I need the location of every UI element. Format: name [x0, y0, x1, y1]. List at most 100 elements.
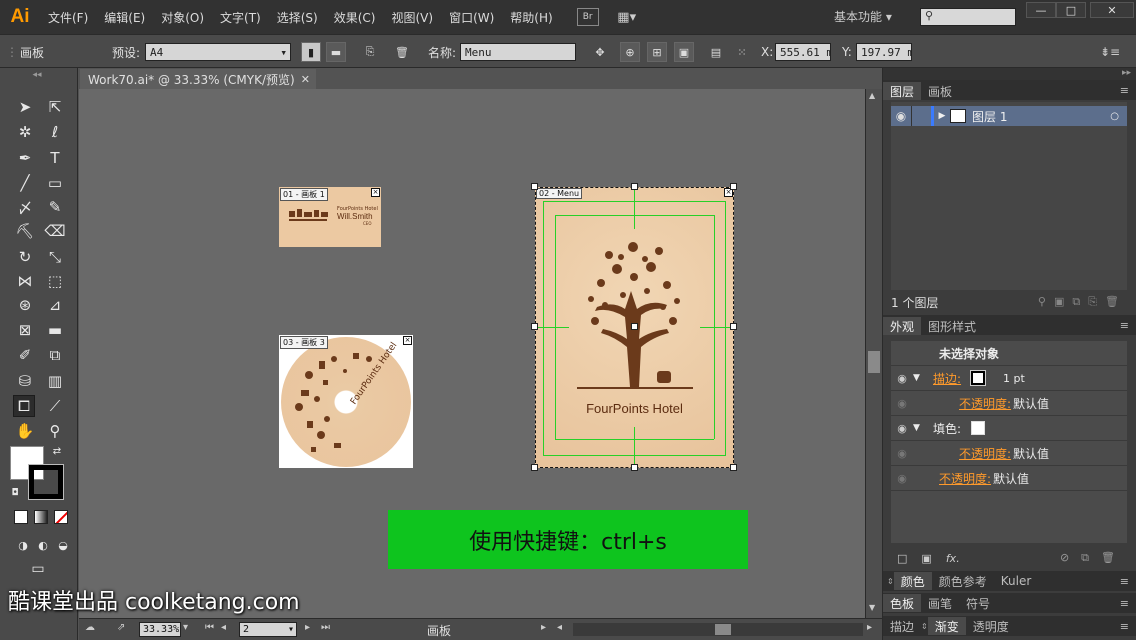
resize-handle[interactable]	[631, 183, 638, 190]
expand-triangle-icon[interactable]: ▼	[913, 373, 927, 383]
menu-edit[interactable]: 编辑(E)	[96, 0, 153, 34]
lasso-tool-icon[interactable]: ℓ	[44, 121, 66, 143]
status-menu-icon[interactable]: ▸	[541, 622, 546, 633]
perspective-grid-tool-icon[interactable]: ⊿	[44, 294, 66, 316]
hand-tool-icon[interactable]: ✋	[14, 420, 36, 442]
resize-handle[interactable]	[730, 183, 737, 190]
maximize-button[interactable]: □	[1056, 2, 1086, 18]
eye-icon[interactable]: ◉	[891, 372, 913, 385]
rotate-tool-icon[interactable]: ↻	[14, 246, 36, 268]
fill-opacity-row[interactable]: ◉ 不透明度: 默认值	[891, 441, 1127, 466]
menu-effect[interactable]: 效果(C)	[326, 0, 384, 34]
type-tool-icon[interactable]: T	[44, 147, 66, 169]
selection-tool-icon[interactable]: ➤	[14, 96, 36, 118]
panel-menu-icon[interactable]: ≡	[1120, 84, 1129, 97]
bridge-button[interactable]: Br	[576, 8, 599, 26]
panel-menu-icon[interactable]: ⇟≡	[1100, 35, 1120, 69]
lock-toggle[interactable]	[911, 106, 931, 126]
show-center-mark-icon[interactable]: ⊕	[620, 42, 640, 62]
y-field[interactable]: 197.97 mm	[856, 43, 912, 61]
resize-handle[interactable]	[631, 464, 638, 471]
last-artboard-icon[interactable]: ⏭	[321, 622, 330, 633]
magic-wand-tool-icon[interactable]: ✲	[14, 121, 36, 143]
none-mode-icon[interactable]	[54, 510, 68, 524]
eyedropper-tool-icon[interactable]: ✐	[14, 344, 36, 366]
stroke-swatch[interactable]	[28, 464, 64, 500]
menu-file[interactable]: 文件(F)	[40, 0, 96, 34]
slice-tool-icon[interactable]: ⟋	[44, 395, 66, 417]
square-icon[interactable]: □	[897, 552, 907, 565]
resize-handle[interactable]	[531, 464, 538, 471]
panel-menu-icon[interactable]: ≡	[1120, 597, 1129, 610]
vertical-scrollbar[interactable]: ▲ ▼	[865, 89, 882, 618]
menu-window[interactable]: 窗口(W)	[441, 0, 502, 34]
menu-type[interactable]: 文字(T)	[212, 0, 269, 34]
layer-name[interactable]: 图层 1	[972, 108, 1007, 125]
previous-artboard-icon[interactable]: ◂	[221, 622, 226, 633]
tab-color-guide[interactable]: 颜色参考	[932, 572, 994, 590]
minimize-button[interactable]: —	[1026, 2, 1056, 18]
artboard-3[interactable]: FourPoints Hotel 03 - 画板 3 ×	[279, 335, 413, 468]
center-handle[interactable]	[631, 323, 638, 330]
scroll-left-icon[interactable]: ◂	[557, 622, 562, 633]
target-circle-icon[interactable]: ○	[1110, 111, 1119, 122]
share-icon[interactable]: ⇗	[117, 622, 125, 633]
collapse-arrows-icon[interactable]: ⇕	[921, 622, 928, 631]
object-opacity-row[interactable]: ◉ 不透明度: 默认值	[891, 466, 1127, 491]
scale-tool-icon[interactable]: ⤡	[44, 246, 66, 268]
zoom-tool-icon[interactable]: ⚲	[44, 420, 66, 442]
mesh-tool-icon[interactable]: ⊠	[14, 319, 36, 341]
horizontal-scrollbar[interactable]	[573, 623, 863, 636]
blend-tool-icon[interactable]: ⧉	[44, 344, 66, 366]
symbol-sprayer-tool-icon[interactable]: ⛁	[14, 370, 36, 392]
first-artboard-icon[interactable]: ⏮	[205, 622, 214, 633]
reference-point-icon[interactable]: ⁙	[732, 42, 752, 62]
color-mode-icon[interactable]	[14, 510, 28, 524]
move-with-artboard-icon[interactable]: ✥	[590, 42, 610, 62]
panel-menu-icon[interactable]: ≡	[1120, 620, 1129, 633]
stroke-row[interactable]: ◉ ▼ 描边: 1 pt	[891, 366, 1127, 391]
preset-select[interactable]: A4 ▾	[145, 43, 291, 61]
artboard-menu[interactable]: FourPoints Hotel 02 - Menu ×	[531, 183, 737, 471]
draw-normal-icon[interactable]: ◑	[12, 534, 34, 556]
show-safe-area-icon[interactable]: ▣	[674, 42, 694, 62]
document-tab[interactable]: Work70.ai* @ 33.33% (CMYK/预览) ✕	[80, 69, 316, 89]
shape-builder-tool-icon[interactable]: ⊛	[14, 294, 36, 316]
stroke-swatch[interactable]	[970, 370, 987, 386]
opacity-label[interactable]: 不透明度:	[959, 445, 1011, 462]
resize-handle[interactable]	[531, 323, 538, 330]
close-icon[interactable]: ✕	[301, 73, 310, 86]
fill-row[interactable]: ◉ ▼ 填色:	[891, 416, 1127, 441]
panel-menu-icon[interactable]: ≡	[1120, 319, 1129, 332]
stroke-square-icon[interactable]: ▣	[921, 552, 931, 565]
fx-icon[interactable]: fx.	[946, 552, 960, 565]
menu-help[interactable]: 帮助(H)	[502, 0, 560, 34]
panels-collapse-icon[interactable]: ▸▸	[883, 68, 1136, 80]
eye-icon[interactable]: ◉	[891, 109, 911, 123]
blob-brush-tool-icon[interactable]: ⛏	[14, 220, 36, 242]
scroll-right-icon[interactable]: ▸	[867, 622, 872, 633]
width-tool-icon[interactable]: ⋈	[14, 270, 36, 292]
tab-transparency[interactable]: 透明度	[966, 617, 1016, 635]
resize-handle[interactable]	[730, 464, 737, 471]
arrange-documents-button[interactable]: ▦▾	[613, 8, 641, 26]
direct-selection-tool-icon[interactable]: ⇱	[44, 96, 66, 118]
column-graph-tool-icon[interactable]: ▥	[44, 370, 66, 392]
draw-behind-icon[interactable]: ◐	[32, 534, 54, 556]
tab-appearance[interactable]: 外观	[883, 317, 922, 335]
screen-mode-icon[interactable]: ▭	[26, 558, 50, 580]
layer-actions-icons[interactable]: ⚲▣⧉⎘🗑	[1038, 295, 1127, 309]
opacity-label[interactable]: 不透明度:	[959, 395, 1011, 412]
show-cross-hairs-icon[interactable]: ⊞	[647, 42, 667, 62]
zoom-field[interactable]: 33.33%	[139, 622, 181, 637]
pen-tool-icon[interactable]: ✒	[14, 147, 36, 169]
search-input[interactable]: ⚲	[920, 8, 1016, 26]
opacity-label[interactable]: 不透明度:	[939, 470, 991, 487]
rectangle-tool-icon[interactable]: ▭	[44, 172, 66, 194]
tab-brushes[interactable]: 画笔	[921, 594, 959, 612]
eye-icon[interactable]: ◉	[891, 397, 913, 410]
gradient-tool-icon[interactable]: ▬	[44, 319, 66, 341]
cloud-icon[interactable]: ☁	[85, 622, 105, 636]
scroll-down-icon[interactable]: ▼	[869, 603, 875, 612]
trash-icon[interactable]: 🗑	[392, 42, 412, 62]
